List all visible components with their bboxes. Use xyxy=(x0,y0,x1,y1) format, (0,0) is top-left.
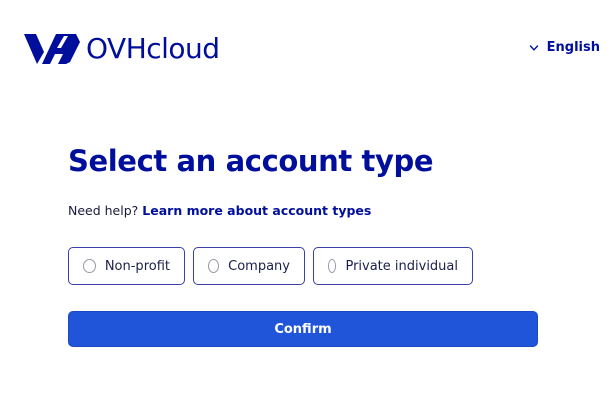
account-type-non-profit[interactable]: Non-profit xyxy=(68,247,185,285)
chevron-down-icon xyxy=(529,44,538,51)
confirm-button[interactable]: Confirm xyxy=(68,311,538,347)
account-type-options: Non-profit Company Private individual xyxy=(68,247,473,285)
account-type-label: Non-profit xyxy=(104,258,170,274)
language-selector[interactable]: English xyxy=(529,40,600,55)
account-type-company[interactable]: Company xyxy=(193,247,305,285)
account-type-label: Private individual xyxy=(345,258,458,274)
ovhcloud-logo-icon xyxy=(24,34,80,64)
radio-button[interactable] xyxy=(328,259,337,273)
language-label: English xyxy=(546,40,600,55)
page-title: Select an account type xyxy=(68,144,434,178)
radio-button[interactable] xyxy=(83,259,96,273)
account-type-private-individual[interactable]: Private individual xyxy=(313,247,473,285)
account-type-label: Company xyxy=(228,258,290,274)
ovhcloud-logo[interactable]: OVHcloud xyxy=(24,30,220,68)
learn-more-link[interactable]: Learn more about account types xyxy=(142,203,371,218)
page: OVHcloud English Select an account type … xyxy=(0,0,610,406)
help-prefix: Need help? xyxy=(68,203,139,218)
help-text: Need help? Learn more about account type… xyxy=(68,203,371,218)
radio-button[interactable] xyxy=(208,259,220,273)
logo-text: OVHcloud xyxy=(86,32,220,65)
